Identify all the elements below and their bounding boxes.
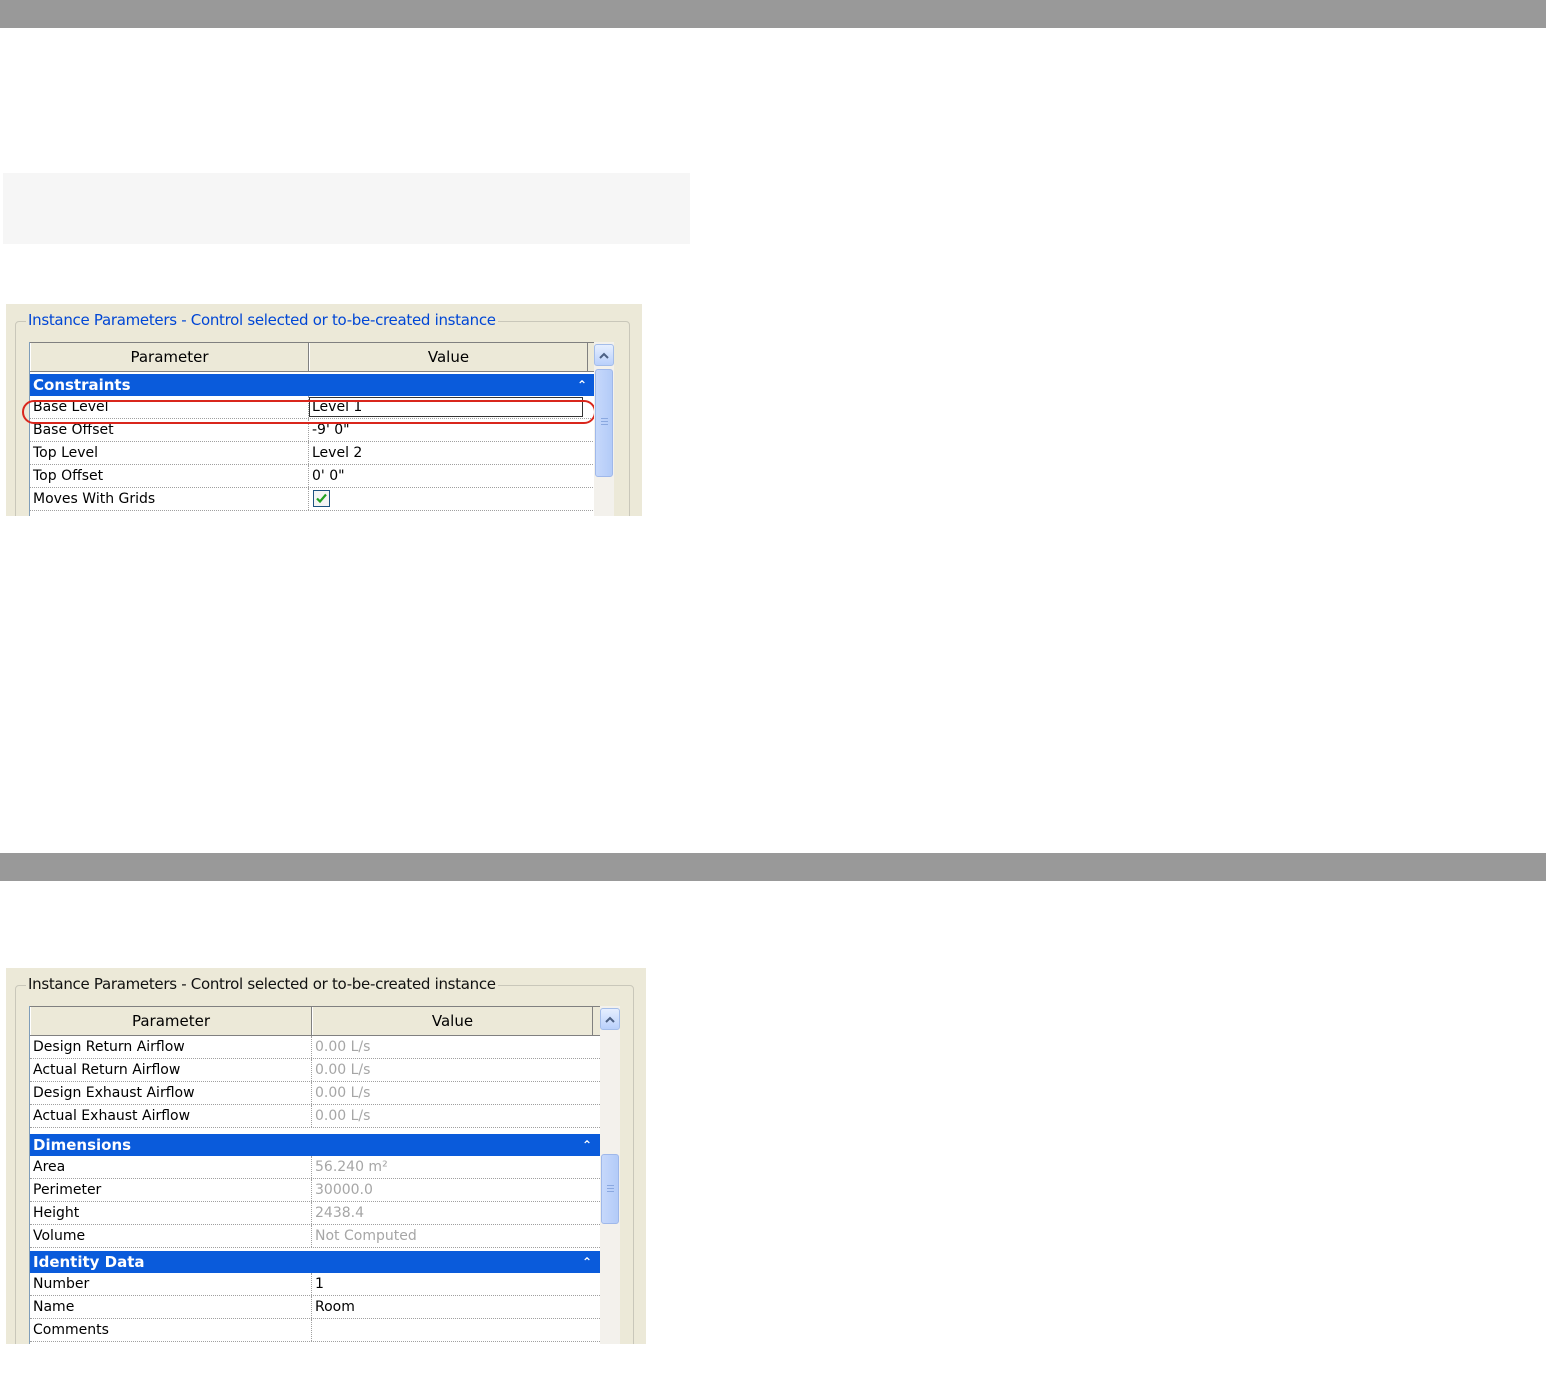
parameter-value[interactable]: -9' 0" bbox=[309, 419, 588, 441]
thumb-grip bbox=[601, 424, 608, 425]
section-title: Dimensions bbox=[33, 1136, 132, 1154]
parameter-name: Design Exhaust Airflow bbox=[30, 1082, 312, 1104]
grid-header: Parameter Value bbox=[30, 342, 595, 372]
double-chevron-up-icon[interactable]: ⌃ bbox=[582, 1255, 592, 1269]
parameter-name: Top Offset bbox=[30, 465, 309, 487]
section-header-identity-data[interactable]: Identity Data ⌃ bbox=[30, 1251, 600, 1273]
vertical-scrollbar[interactable] bbox=[594, 342, 614, 516]
table-row[interactable]: Design Exhaust Airflow 0.00 L/s bbox=[30, 1082, 600, 1105]
parameter-value: 0.00 L/s bbox=[315, 1039, 371, 1055]
table-row[interactable]: Perimeter 30000.0 bbox=[30, 1179, 600, 1202]
table-row[interactable]: Actual Exhaust Airflow 0.00 L/s bbox=[30, 1105, 600, 1128]
parameter-value[interactable]: 1 bbox=[312, 1273, 593, 1295]
separator-bar-top bbox=[0, 0, 1546, 28]
table-row[interactable]: Name Room bbox=[30, 1296, 600, 1319]
parameter-name: Name bbox=[30, 1296, 312, 1318]
table-row[interactable]: Height 2438.4 bbox=[30, 1202, 600, 1225]
scroll-up-button[interactable] bbox=[600, 1008, 620, 1030]
parameter-value-cell[interactable]: Level 1 bbox=[309, 396, 588, 418]
column-header-parameter[interactable]: Parameter bbox=[30, 1007, 312, 1035]
moves-with-grids-checkbox[interactable] bbox=[313, 489, 330, 507]
parameter-value: 0.00 L/s bbox=[315, 1062, 371, 1078]
parameter-value-cell bbox=[309, 488, 588, 510]
table-row[interactable]: Volume Not Computed bbox=[30, 1225, 600, 1248]
scroll-up-arrow-icon bbox=[599, 352, 609, 359]
parameter-name: Actual Exhaust Airflow bbox=[30, 1105, 312, 1127]
parameter-name: Actual Return Airflow bbox=[30, 1059, 312, 1081]
vertical-scrollbar[interactable] bbox=[600, 1006, 620, 1344]
parameter-value: 0.00 L/s bbox=[315, 1108, 371, 1124]
scroll-up-button[interactable] bbox=[594, 344, 614, 366]
parameter-name: Design Return Airflow bbox=[30, 1036, 312, 1058]
column-header-value[interactable]: Value bbox=[312, 1007, 593, 1035]
parameter-name: Base Level bbox=[30, 396, 309, 418]
parameter-value: 30000.0 bbox=[315, 1182, 373, 1198]
caption-box bbox=[3, 173, 690, 244]
table-row[interactable]: Actual Return Airflow 0.00 L/s bbox=[30, 1059, 600, 1082]
section-title: Identity Data bbox=[33, 1253, 145, 1271]
thumb-grip bbox=[601, 421, 608, 422]
parameter-name: Base Offset bbox=[30, 419, 309, 441]
column-header-value[interactable]: Value bbox=[309, 343, 588, 371]
double-chevron-up-icon[interactable]: ⌃ bbox=[577, 378, 587, 392]
table-row[interactable]: Design Return Airflow 0.00 L/s bbox=[30, 1036, 600, 1059]
parameter-value[interactable]: Level 2 bbox=[309, 442, 588, 464]
table-row[interactable]: Top Offset 0' 0" bbox=[30, 465, 595, 488]
parameter-name: Area bbox=[30, 1156, 312, 1178]
parameters-grid: Parameter Value Constraints ⌃ Base Level… bbox=[29, 342, 595, 516]
table-row[interactable]: Comments bbox=[30, 1319, 600, 1342]
double-chevron-up-icon[interactable]: ⌃ bbox=[582, 1138, 592, 1152]
section-title: Constraints bbox=[33, 376, 131, 394]
parameter-value: 56.240 m² bbox=[315, 1159, 388, 1175]
scroll-up-arrow-icon bbox=[605, 1016, 615, 1023]
parameter-name: Comments bbox=[30, 1319, 312, 1341]
parameter-value: 2438.4 bbox=[315, 1205, 364, 1221]
parameter-name: Top Level bbox=[30, 442, 309, 464]
instance-parameters-panel-room: Instance Parameters - Control selected o… bbox=[6, 968, 646, 1344]
table-row[interactable]: Area 56.240 m² bbox=[30, 1156, 600, 1179]
parameter-name: Height bbox=[30, 1202, 312, 1224]
base-level-edit-field[interactable]: Level 1 bbox=[309, 397, 583, 417]
table-row[interactable]: Number 1 bbox=[30, 1273, 600, 1296]
parameter-value[interactable]: Room bbox=[312, 1296, 593, 1318]
parameter-name: Volume bbox=[30, 1225, 312, 1247]
scroll-thumb[interactable] bbox=[601, 1154, 619, 1224]
thumb-grip bbox=[607, 1185, 614, 1186]
parameter-value: 0.00 L/s bbox=[315, 1085, 371, 1101]
table-row[interactable]: Base Level Level 1 bbox=[30, 396, 595, 419]
thumb-grip bbox=[607, 1191, 614, 1192]
group-box-legend: Instance Parameters - Control selected o… bbox=[26, 310, 498, 330]
section-header-dimensions[interactable]: Dimensions ⌃ bbox=[30, 1134, 600, 1156]
parameter-value[interactable] bbox=[312, 1319, 593, 1341]
parameter-value[interactable]: 0' 0" bbox=[309, 465, 588, 487]
group-box-legend: Instance Parameters - Control selected o… bbox=[26, 974, 498, 994]
scroll-thumb[interactable] bbox=[595, 369, 613, 477]
section-header-constraints[interactable]: Constraints ⌃ bbox=[30, 374, 595, 396]
parameter-name: Number bbox=[30, 1273, 312, 1295]
parameter-value: Not Computed bbox=[315, 1228, 417, 1244]
table-row[interactable]: Moves With Grids bbox=[30, 488, 595, 511]
table-row[interactable]: Base Offset -9' 0" bbox=[30, 419, 595, 442]
grid-header: Parameter Value bbox=[30, 1006, 600, 1036]
separator-bar-middle bbox=[0, 853, 1546, 881]
checkmark-icon bbox=[316, 493, 327, 503]
table-row[interactable]: Top Level Level 2 bbox=[30, 442, 595, 465]
thumb-grip bbox=[607, 1188, 614, 1189]
parameter-name: Moves With Grids bbox=[30, 488, 309, 510]
instance-parameters-panel-constraints: Instance Parameters - Control selected o… bbox=[6, 304, 642, 516]
column-header-parameter[interactable]: Parameter bbox=[30, 343, 309, 371]
parameters-grid: Parameter Value Design Return Airflow 0.… bbox=[29, 1006, 600, 1344]
parameter-name: Perimeter bbox=[30, 1179, 312, 1201]
thumb-grip bbox=[601, 418, 608, 419]
